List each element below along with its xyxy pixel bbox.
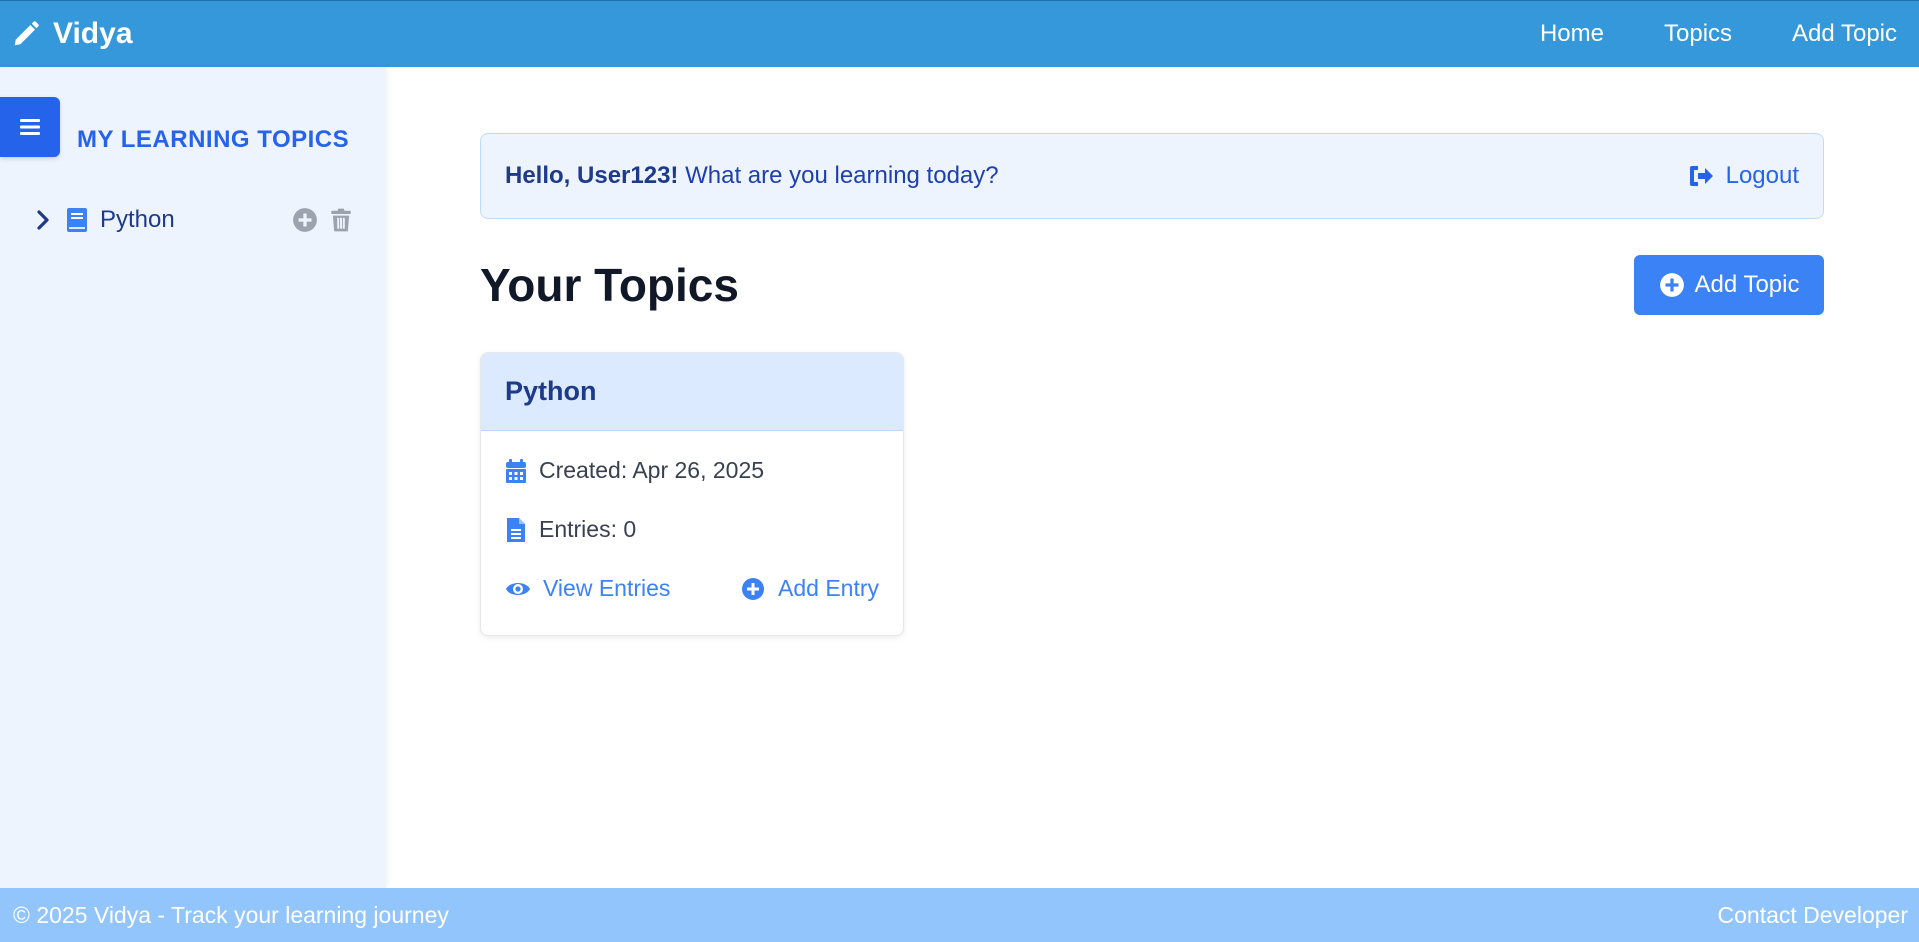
calendar-icon bbox=[506, 458, 526, 483]
menu-icon bbox=[20, 119, 40, 135]
file-icon bbox=[507, 517, 525, 542]
greeting-text: Hello, User123! What are you learning to… bbox=[505, 162, 999, 190]
logout-button[interactable]: Logout bbox=[1688, 162, 1799, 190]
topic-card: Python Created: Apr 26, 2025 Entries: 0 bbox=[480, 352, 904, 636]
topic-card-title[interactable]: Python bbox=[481, 353, 903, 431]
brand-name: Vidya bbox=[53, 17, 133, 50]
sidebar-title: MY LEARNING TOPICS bbox=[77, 126, 350, 153]
top-navbar: Vidya Home Topics Add Topic bbox=[0, 0, 1919, 67]
sidebar-item-label: Python bbox=[100, 206, 175, 233]
nav-links: Home Topics Add Topic bbox=[1480, 20, 1897, 48]
greeting-banner: Hello, User123! What are you learning to… bbox=[480, 133, 1824, 219]
view-entries-link[interactable]: View Entries bbox=[505, 575, 670, 602]
topic-entries-text: Entries: 0 bbox=[539, 516, 637, 542]
sidebar-item-python[interactable]: Python bbox=[34, 200, 354, 240]
topic-created: Created: Apr 26, 2025 bbox=[481, 457, 903, 484]
sidebar: MY LEARNING TOPICS Python bbox=[0, 67, 386, 888]
nav-link-add-topic[interactable]: Add Topic bbox=[1792, 20, 1897, 48]
footer: © 2025 Vidya - Track your learning journ… bbox=[0, 888, 1919, 942]
greeting-hello: Hello, User123! bbox=[505, 162, 679, 189]
trash-icon[interactable] bbox=[328, 207, 354, 233]
page-title: Your Topics bbox=[480, 259, 739, 311]
topic-created-text: Created: Apr 26, 2025 bbox=[539, 457, 765, 483]
plus-circle-icon bbox=[1659, 273, 1684, 297]
logout-label: Logout bbox=[1725, 162, 1799, 189]
nav-link-topics[interactable]: Topics bbox=[1664, 20, 1732, 48]
add-entry-link[interactable]: Add Entry bbox=[740, 575, 879, 602]
nav-link-home[interactable]: Home bbox=[1540, 20, 1604, 48]
add-topic-label: Add Topic bbox=[1694, 271, 1800, 298]
plus-circle-icon bbox=[742, 577, 764, 600]
sign-out-icon bbox=[1689, 166, 1713, 186]
add-topic-button[interactable]: Add Topic bbox=[1634, 255, 1824, 315]
add-entry-icon[interactable] bbox=[292, 207, 318, 233]
book-icon bbox=[67, 208, 87, 232]
sidebar-toggle-button[interactable] bbox=[0, 97, 60, 157]
footer-copyright: © 2025 Vidya - Track your learning journ… bbox=[13, 901, 449, 928]
topic-card-actions: View Entries Add Entry bbox=[481, 575, 903, 602]
eye-icon bbox=[506, 582, 530, 595]
topic-entries: Entries: 0 bbox=[481, 516, 903, 543]
contact-developer-link[interactable]: Contact Developer bbox=[1718, 902, 1909, 929]
greeting-question: What are you learning today? bbox=[678, 162, 999, 189]
chevron-right-icon[interactable] bbox=[34, 208, 52, 232]
brand[interactable]: Vidya bbox=[11, 17, 133, 51]
pencil-icon bbox=[14, 21, 39, 46]
view-entries-label: View Entries bbox=[543, 575, 671, 601]
add-entry-label: Add Entry bbox=[778, 575, 879, 601]
